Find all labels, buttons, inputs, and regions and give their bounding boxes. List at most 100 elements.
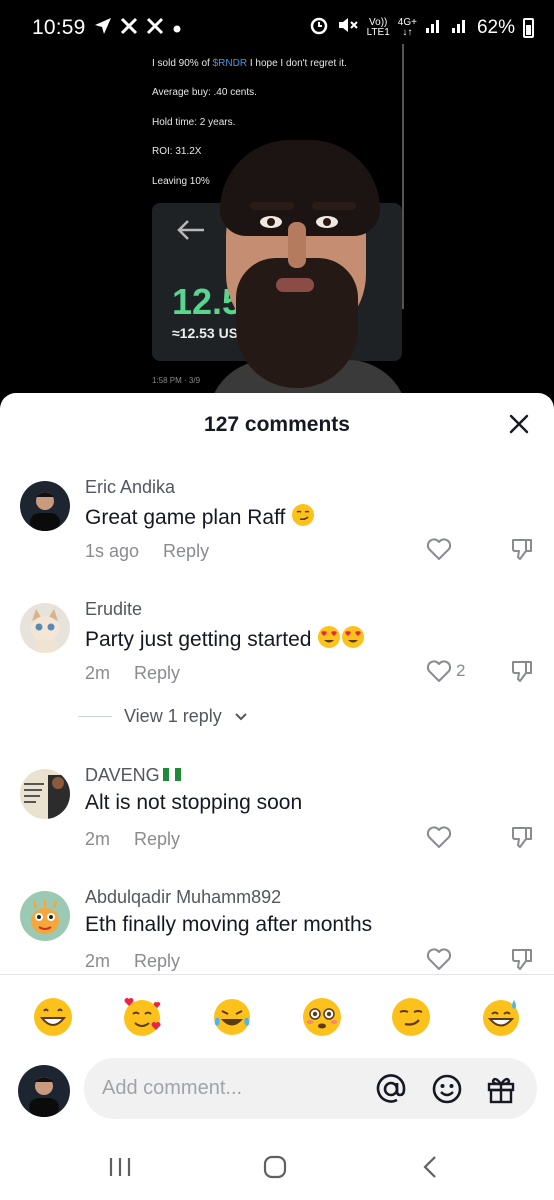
comment-time: 2m [85,663,111,683]
grinning-face-icon [33,998,72,1036]
heart-eyes-emoji-icon [317,625,341,655]
gift-button[interactable] [484,1072,518,1106]
avatar[interactable] [20,603,70,653]
dot-icon [172,18,182,38]
navigation-arrow-icon [94,17,112,39]
chevron-down-icon [235,712,247,720]
emoji-picker-button[interactable] [430,1072,464,1106]
flushed-face-icon [302,998,341,1036]
lte-label: LTE1 [366,27,390,38]
thumbs-down-icon [512,661,532,682]
avatar[interactable] [20,481,70,531]
battery-icon [523,18,534,38]
comment-username[interactable]: DAVENG [85,765,181,786]
smirk-emoji-icon [291,503,315,533]
like-button[interactable] [426,947,456,971]
reply-button[interactable]: Reply [134,951,180,971]
sweat-smile-emoji-button[interactable] [479,995,523,1039]
grinning-face-emoji-button[interactable] [31,995,75,1039]
smiling-face-with-hearts-emoji-button[interactable] [120,995,164,1039]
avatar[interactable] [20,891,70,941]
gift-icon [487,1077,515,1104]
heart-icon [426,660,452,682]
status-left: 10:59 [32,16,182,40]
battery-percent: 62% [476,17,515,38]
mention-button[interactable] [374,1072,408,1106]
creator-brow [250,202,294,210]
tears-of-joy-icon [214,999,251,1035]
creator-mouth [276,278,314,292]
smirking-face-icon [392,998,431,1036]
tweet-line-1: I sold 90% of $RNDR I hope I don't regre… [152,57,347,71]
tweet-text-after: I hope I don't regret it. [247,58,347,69]
comment-time: 2m [85,829,111,849]
like-count: 2 [456,661,466,680]
comment-username-text: DAVENG [85,765,160,785]
replies-divider-line [78,716,112,717]
flag-icon [162,768,181,781]
reply-button[interactable]: Reply [134,829,180,849]
comment-time: 2m [85,951,111,971]
tears-of-joy-emoji-button[interactable] [210,995,254,1039]
recent-apps-button[interactable] [100,1150,140,1184]
mute-icon [337,15,359,41]
comment-input[interactable] [102,1058,352,1119]
heart-eyes-emoji-icon [341,625,365,655]
tweet-line-5: Leaving 10% [152,176,210,187]
dislike-button[interactable] [510,825,534,854]
comments-sheet: 127 comments Eric Andika Great game plan… [0,393,554,1200]
reply-button[interactable]: Reply [163,541,209,561]
thumbs-down-icon [512,539,532,560]
signal-icon [425,16,443,40]
tweet-text-before: I sold 90% of [152,58,213,69]
comment-text: Great game plan Raff [85,503,315,533]
comment-username[interactable]: Abdulqadir Muhamm892 [85,887,281,908]
reply-button[interactable]: Reply [134,663,180,683]
view-replies-label: View 1 reply [124,706,222,726]
comments-list[interactable]: Eric Andika Great game plan Raff 1s ago R… [0,477,554,975]
volte-indicator: Vo)) LTE1 [367,18,390,38]
comments-count-title: 127 comments [204,413,350,436]
comment-composer [0,1057,554,1121]
comment-meta: 2m Reply [85,663,180,684]
like-button[interactable] [426,537,456,561]
video-player[interactable]: I sold 90% of $RNDR I hope I don't regre… [0,44,554,404]
creator-eye [260,216,282,228]
creator-eye [316,216,338,228]
dislike-button[interactable] [510,659,534,688]
back-button[interactable] [410,1150,450,1184]
comment-input-box [84,1058,537,1119]
at-sign-icon [376,1074,406,1103]
like-button[interactable] [426,825,456,849]
home-icon [263,1155,287,1179]
smirking-face-emoji-button[interactable] [389,995,433,1039]
comment-meta: 1s ago Reply [85,541,209,562]
thumbs-down-icon [512,827,532,848]
avatar[interactable] [20,769,70,819]
smiling-face-with-hearts-icon [124,998,161,1036]
network-label: 4G+ [397,17,417,28]
sweat-smile-icon [483,1000,520,1036]
dislike-button[interactable] [510,947,534,975]
close-button[interactable] [502,407,536,441]
my-avatar[interactable] [18,1065,70,1117]
network-indicator: 4G+ ↓↑ [397,17,417,38]
like-button[interactable]: 2 [426,659,465,683]
tweet-line-4: ROI: 31.2X [152,146,202,157]
creator-brow [312,202,356,210]
creator-nose [288,222,306,268]
status-right: Vo)) LTE1 4G+ ↓↑ 62% [309,15,534,41]
comment-username[interactable]: Erudite [85,599,142,620]
heart-icon [426,826,452,848]
flushed-face-emoji-button[interactable] [300,995,344,1039]
composer-divider [0,974,554,975]
home-button[interactable] [255,1150,295,1184]
dislike-button[interactable] [510,537,534,566]
comment-text-body: Party just getting started [85,628,312,651]
view-replies-button[interactable]: View 1 reply [78,706,248,727]
tweet-line-2: Average buy: .40 cents. [152,87,257,98]
tweet-line-3: Hold time: 2 years. [152,117,236,128]
heart-icon [426,948,452,970]
quick-emoji-bar [0,995,554,1043]
comment-username[interactable]: Eric Andika [85,477,175,498]
